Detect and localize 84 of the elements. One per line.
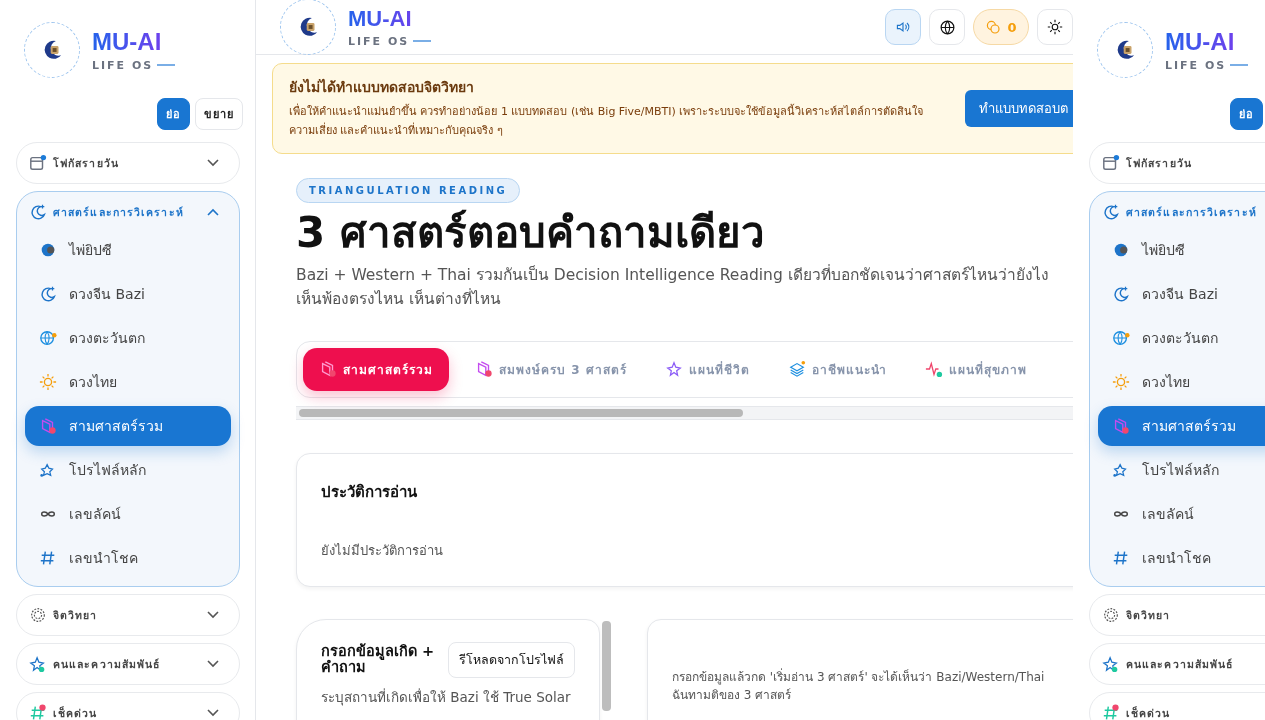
nav-item[interactable]: ดวงจีน Bazi — [1098, 274, 1265, 314]
hash-icon — [39, 549, 57, 567]
chevron-icon — [207, 660, 219, 668]
hash-icon — [1102, 704, 1120, 720]
nav-item[interactable]: เลขนำโชค — [25, 538, 231, 578]
nav-item[interactable]: โปรไฟล์หลัก — [25, 450, 231, 490]
sound-button[interactable] — [885, 9, 921, 45]
coins-icon — [985, 19, 1002, 35]
fingerprint-icon — [1102, 606, 1120, 624]
nav-item[interactable]: สามศาสตร์รวม — [25, 406, 231, 446]
brand-tagline: LIFE OS — [348, 34, 410, 48]
collapse-toggle-button[interactable]: ขยาย — [195, 98, 243, 130]
nav-item[interactable]: เลขลัคน์ — [25, 494, 231, 534]
brand-tagline: LIFE OS — [92, 58, 154, 72]
sparkle-icon — [1102, 655, 1120, 673]
speaker-icon — [895, 19, 911, 35]
chevron-icon — [207, 611, 219, 619]
chevron-icon — [207, 208, 219, 216]
globe-icon — [39, 329, 57, 347]
horizontal-scrollbar[interactable] — [296, 405, 1073, 420]
theme-button[interactable] — [1037, 9, 1073, 45]
chevron-icon — [207, 159, 219, 167]
language-button[interactable] — [929, 9, 965, 45]
nav-item[interactable]: ไพ่ยิปซี — [1098, 230, 1265, 270]
nav-item[interactable]: ไพ่ยิปซี — [25, 230, 231, 270]
hash-icon — [29, 704, 47, 720]
nav-group-header[interactable]: คนและความสัมพันธ์ — [25, 644, 231, 684]
banner-title: ยังไม่ได้ทำแบบทดสอบจิตวิทยา — [289, 78, 475, 97]
layers-icon — [475, 360, 493, 379]
nav-item[interactable]: เลขนำโชค — [1098, 538, 1265, 578]
take-test-button[interactable]: ทำแบบทดสอบต — [965, 89, 1073, 127]
layers-icon — [39, 417, 57, 435]
nav-group-header[interactable]: ศาสตร์และการวิเคราะห์ — [1098, 192, 1265, 232]
card-title: ประวัติการอ่าน — [321, 481, 418, 503]
page-title: 3 ศาสตร์ตอบคำถามเดียว — [296, 206, 766, 259]
nav-item[interactable]: ดวงไทย — [25, 362, 231, 402]
nav-group-header[interactable]: โฟกัสรายวัน — [1098, 143, 1265, 183]
stack-icon — [787, 360, 806, 379]
hint-text: ระบุสถานที่เกิดเพื่อให้ Bazi ใช้ True Solar — [321, 687, 572, 708]
pulse-icon — [924, 360, 943, 379]
empty-message: ยังไม่มีประวัติการอ่าน — [321, 541, 444, 560]
layers-icon — [319, 360, 337, 379]
nav-group-header[interactable]: จิตวิทยา — [1098, 595, 1265, 635]
nav-item[interactable]: ดวงไทย — [1098, 362, 1265, 402]
nav-group-header[interactable]: โฟกัสรายวัน — [25, 143, 231, 183]
tagline-rule — [413, 40, 432, 43]
nav-item[interactable]: โปรไฟล์หลัก — [1098, 450, 1265, 490]
nav-group-header[interactable]: เช็คด่วน — [25, 693, 231, 720]
tab[interactable]: สามศาสตร์รวม — [303, 347, 449, 391]
page-subtitle: Bazi + Western + Thai รวมกันเป็น Decision Intelligence Reading เดียวที่บอกชัดเจนว่าศาสตร์ไหนว่ายังไง เห็นพ้องตรงไหน เห็นต่างที่ไหน — [296, 263, 1050, 310]
vertical-scrollbar[interactable] — [602, 620, 611, 711]
brand-tagline: LIFE OS — [1165, 58, 1227, 72]
chevron-icon — [207, 709, 219, 717]
result-text: ฉันทามติของ 3 ศาสตร์ — [672, 687, 793, 705]
globe-icon — [1112, 329, 1130, 347]
sparkle-icon — [29, 655, 47, 673]
nav-item[interactable]: ดวงตะวันตก — [25, 318, 231, 358]
sparkle-icon — [664, 360, 683, 379]
collapse-toggle-button[interactable]: ย่อ — [1230, 98, 1263, 130]
calendar-icon — [1102, 154, 1120, 172]
globe-icon — [938, 18, 956, 36]
layers-icon — [1112, 417, 1130, 435]
nav-item[interactable]: เลขลัคน์ — [1098, 494, 1265, 534]
nav-item[interactable]: สามศาสตร์รวม — [1098, 406, 1265, 446]
nav-item[interactable]: ดวงตะวันตก — [1098, 318, 1265, 358]
nav-group-header[interactable]: จิตวิทยา — [25, 595, 231, 635]
result-text: กรอกข้อมูลแล้วกด 'เริ่มอ่าน 3 ศาสตร์' จะได้เห็นว่า Bazi/Western/Thai — [672, 667, 1046, 687]
collapse-toggle-button[interactable]: ย่อ — [157, 98, 190, 130]
reload-button[interactable]: รีโหลดจากโปรไฟล์ — [448, 641, 575, 678]
nav-item[interactable]: ดวงจีน Bazi — [25, 274, 231, 314]
tagline-rule — [1230, 64, 1249, 67]
nav-group-header[interactable]: คนและความสัมพันธ์ — [1098, 644, 1265, 684]
sun-icon — [1112, 373, 1130, 391]
banner-text: เพื่อให้คำแนะนำแม่นยำขึ้น ควรทำอย่างน้อย 1 แบบทดสอบ (เช่น Big Five/MBTI) เพราะระบบจะใช้ข้อมูลนี้วิเคราะห์สไตล์การตัดสินใจ ความเสี่ยง และคำแนะนำที่เหมาะกับคุณจริง ๆ — [289, 102, 925, 140]
hash-icon — [1112, 549, 1130, 567]
nav-group-header[interactable]: เช็คด่วน — [1098, 693, 1265, 720]
sun-icon — [39, 373, 57, 391]
sun-icon — [1047, 19, 1063, 35]
fingerprint-icon — [29, 606, 47, 624]
tagline-rule — [157, 64, 176, 67]
eyebrow-badge: TRIANGULATION READING — [296, 177, 521, 203]
nav-group-header[interactable]: ศาสตร์และการวิเคราะห์ — [25, 192, 231, 232]
card-title: กรอกข้อมูลเกิด + คำถาม — [321, 644, 436, 675]
calendar-icon — [29, 154, 47, 172]
